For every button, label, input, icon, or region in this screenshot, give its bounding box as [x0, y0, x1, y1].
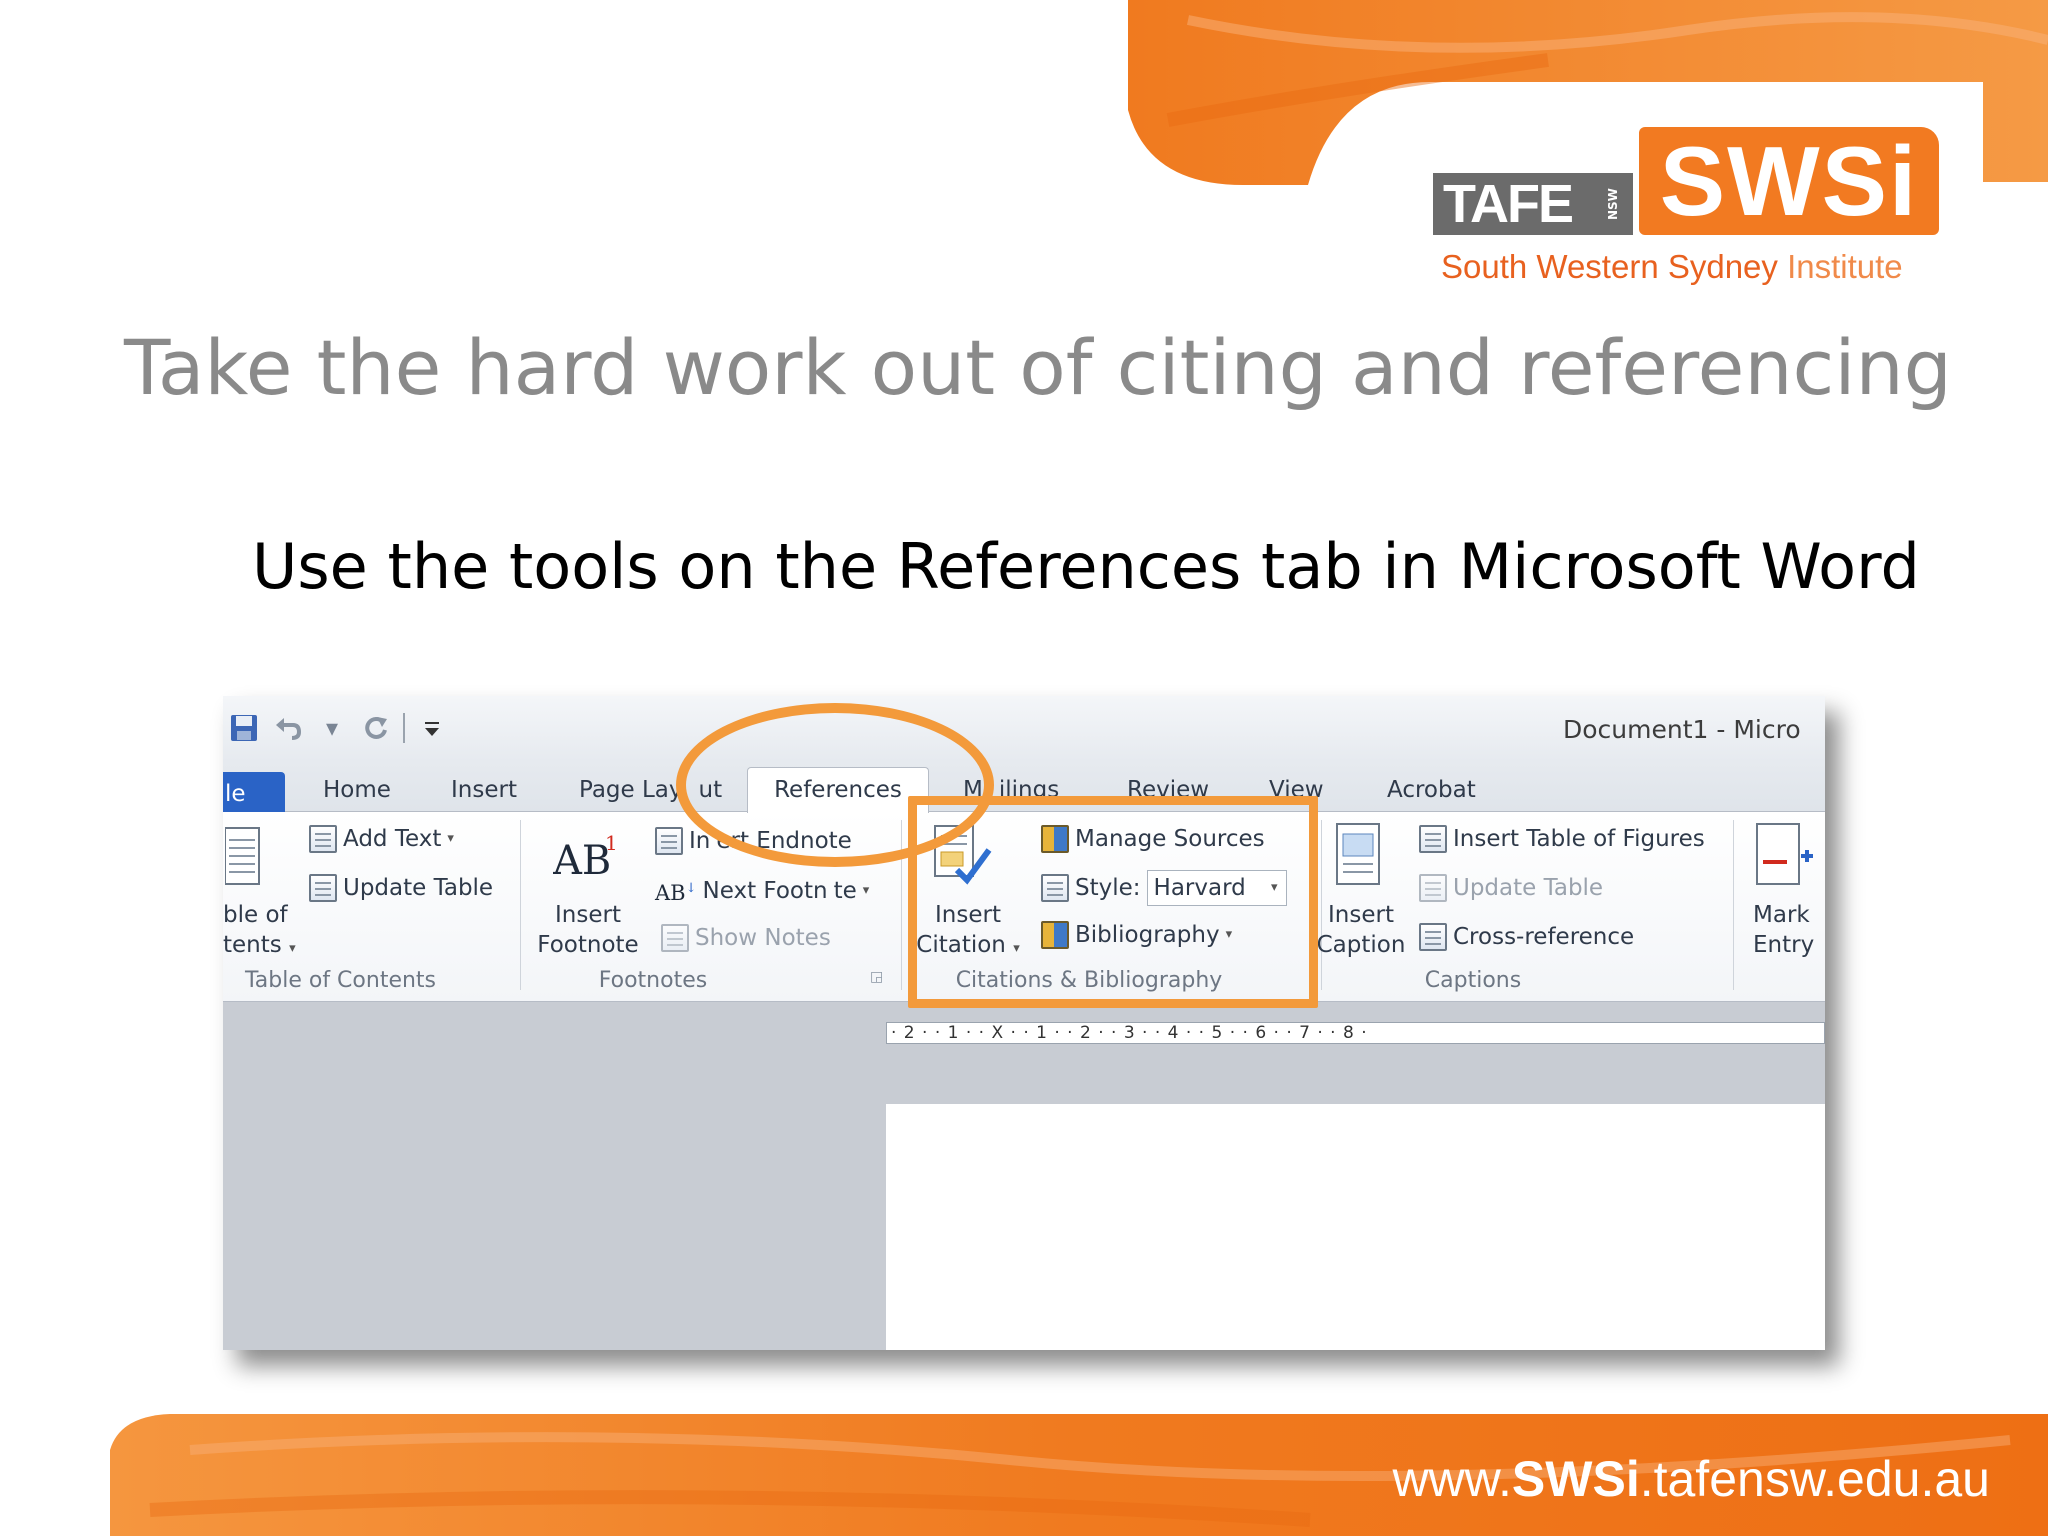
tab-insert[interactable]: Insert	[451, 768, 517, 812]
table-of-figures-icon	[1419, 825, 1447, 853]
word-title-bar: ▾ Document1 - Micro	[223, 696, 1825, 762]
document-page[interactable]	[886, 1104, 1825, 1350]
table-of-contents-button[interactable]: ble of tents ▾	[223, 900, 296, 964]
group-label-table-of-contents: Table of Contents	[244, 968, 437, 993]
toolbar-separator	[403, 713, 405, 743]
group-separator	[520, 820, 521, 990]
customize-toolbar-icon[interactable]	[415, 711, 449, 745]
mark-entry-icon[interactable]	[1755, 822, 1815, 892]
update-table-captions-icon	[1419, 874, 1447, 902]
table-of-contents-icon[interactable]	[224, 826, 261, 890]
cross-reference-icon	[1419, 923, 1447, 951]
undo-icon[interactable]	[271, 711, 305, 745]
nsw-logo-text: NSW	[1606, 188, 1620, 220]
group-label-footnotes: Footnotes	[598, 968, 708, 993]
slide-subtitle: Use the tools on the References tab in M…	[252, 530, 1920, 603]
insert-footnote-button[interactable]: Insert Footnote	[533, 900, 643, 960]
quick-access-toolbar: ▾	[227, 706, 449, 750]
footnotes-dialog-launcher-icon[interactable]: ◲	[870, 962, 883, 992]
insert-caption-button[interactable]: Insert Caption	[1311, 900, 1411, 960]
update-table-button[interactable]: Update Table	[309, 873, 493, 903]
window-title: Document1 - Micro	[1563, 715, 1801, 744]
svg-text:AB: AB	[553, 838, 611, 882]
horizontal-ruler[interactable]: · 2 · · 1 · · X · · 1 · · 2 · · 3 · · 4 …	[886, 1022, 1825, 1044]
update-table-icon	[309, 874, 337, 902]
next-footnote-icon: AB↓	[655, 881, 697, 905]
next-footnote-button[interactable]: AB↓ Next Footn te ▾	[655, 874, 869, 908]
word-screenshot: ▾ Document1 - Micro le Home Insert Page …	[223, 696, 1825, 1350]
group-separator	[1733, 820, 1734, 990]
mark-entry-button[interactable]: Mark Entry	[1753, 900, 1825, 960]
update-table-captions-button[interactable]: Update Table	[1419, 873, 1603, 903]
group-label-captions: Captions	[1424, 968, 1522, 993]
references-tab-highlight-circle	[676, 703, 994, 867]
tab-file[interactable]: le	[223, 772, 285, 812]
institute-name: South Western Sydney Institute	[1441, 248, 1903, 285]
svg-text:1: 1	[605, 832, 618, 855]
add-text-icon	[309, 825, 337, 853]
redo-icon[interactable]	[359, 711, 393, 745]
insert-table-of-figures-button[interactable]: Insert Table of Figures	[1419, 824, 1705, 854]
swsi-logo: TAFE NSW SWSi South Western Sydney Insti…	[1425, 125, 1940, 290]
tab-acrobat[interactable]: Acrobat	[1387, 768, 1476, 812]
undo-dropdown-icon[interactable]: ▾	[315, 711, 349, 745]
show-notes-button[interactable]: Show Notes	[661, 923, 831, 953]
show-notes-icon	[661, 924, 689, 952]
insert-caption-icon[interactable]	[1335, 822, 1385, 892]
swsi-logo-text: SWSi	[1639, 127, 1939, 235]
insert-footnote-icon[interactable]: AB 1	[552, 831, 619, 886]
tab-home[interactable]: Home	[323, 768, 391, 812]
cross-reference-button[interactable]: Cross-reference	[1419, 922, 1634, 952]
footer-website[interactable]: www.SWSi.tafensw.edu.au	[1350, 1444, 1990, 1514]
slide-title: Take the hard work out of citing and ref…	[124, 323, 1952, 412]
insert-endnote-icon	[655, 827, 683, 855]
add-text-button[interactable]: Add Text ▾	[309, 824, 454, 854]
save-icon[interactable]	[227, 711, 261, 745]
